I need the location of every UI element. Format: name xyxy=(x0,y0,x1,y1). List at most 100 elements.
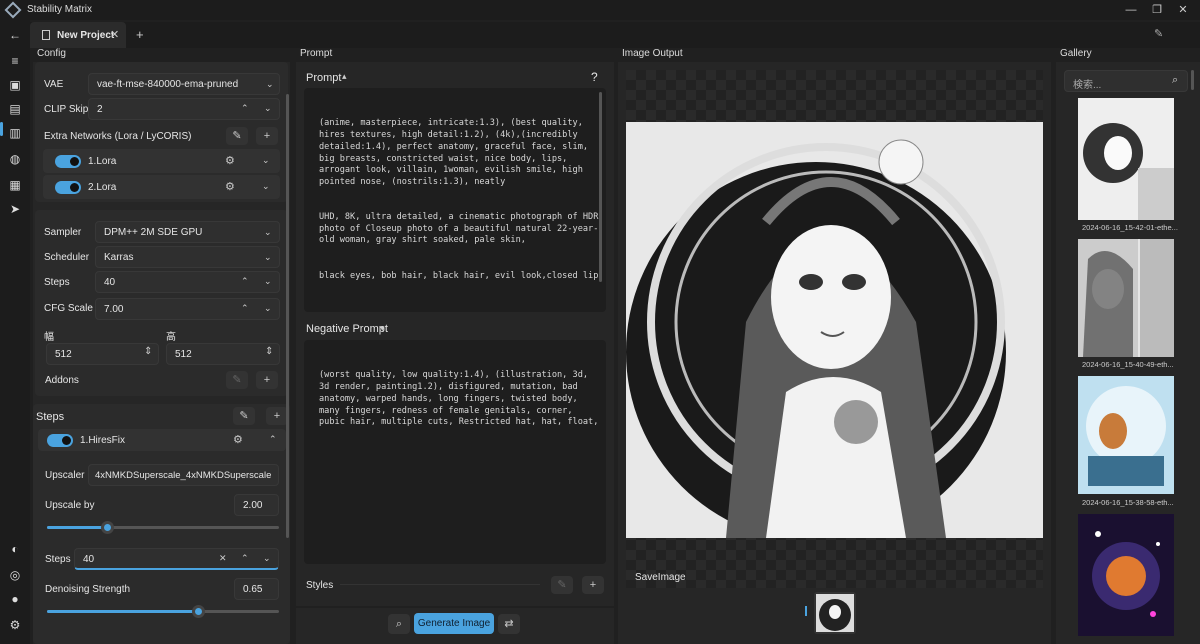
save-image-label: SaveImage xyxy=(635,572,686,583)
upscaler-select[interactable]: 4xNMKDSuperscale_4xNMKDSuperscale xyxy=(88,464,279,486)
search-icon[interactable]: ⌕ xyxy=(1172,74,1178,87)
close-window-icon[interactable]: ✕ xyxy=(1176,3,1190,17)
chevron-down-icon[interactable]: ⌄ xyxy=(264,276,272,287)
sampler-select[interactable]: DPM++ 2M SDE GPU xyxy=(95,221,280,243)
gallery-search-input[interactable]: 検索... xyxy=(1064,70,1188,92)
edit-icon[interactable]: ✎ xyxy=(233,407,255,425)
tab-new-project[interactable]: New Project ✕ xyxy=(30,22,126,48)
upscale-by-slider[interactable] xyxy=(47,521,279,534)
models-icon[interactable]: ◍ xyxy=(8,152,22,166)
checkpoints-icon[interactable]: ▥ xyxy=(8,126,22,140)
back-icon[interactable]: ← xyxy=(8,28,22,42)
caret-icon[interactable]: ▴ xyxy=(342,71,347,82)
prompt-label: Prompt xyxy=(306,72,342,84)
add-style-icon[interactable]: + xyxy=(582,576,604,594)
gallery-thumbnail[interactable] xyxy=(1078,98,1174,220)
config-panel-title: Config xyxy=(37,48,66,59)
spinner-icon[interactable]: ⇕ xyxy=(144,346,152,357)
config-scrollbar[interactable] xyxy=(286,94,289,538)
generate-image-button[interactable]: Generate Image xyxy=(414,613,494,634)
gear-icon[interactable]: ⚙ xyxy=(233,433,243,446)
pin-icon[interactable]: ✎ xyxy=(1154,27,1163,40)
upscale-by-input[interactable]: 2.00 xyxy=(234,494,279,516)
maximize-icon[interactable]: ❐ xyxy=(1150,3,1164,17)
prompt-editor[interactable]: (anime, masterpiece, intricate:1.3), (be… xyxy=(304,88,606,312)
chevron-up-icon[interactable]: ⌃ xyxy=(241,276,249,287)
gallery-thumbnail[interactable] xyxy=(1078,239,1174,357)
clip-skip-input[interactable]: 2 xyxy=(88,98,280,120)
chevron-down-icon[interactable]: ⌄ xyxy=(264,103,272,114)
chevron-up-icon[interactable]: ⌃ xyxy=(241,303,249,314)
negative-prompt-editor[interactable]: (worst quality, low quality:1.4), (illus… xyxy=(304,340,606,564)
menu-icon[interactable]: ≡ xyxy=(8,54,22,68)
hiresfix-toggle[interactable] xyxy=(47,434,73,447)
generate-bar: ⌕ Generate Image ⇄ xyxy=(296,608,614,644)
edit-icon[interactable]: ✎ xyxy=(226,371,248,389)
spinner-icon[interactable]: ⇕ xyxy=(265,346,273,357)
close-tab-icon[interactable]: ✕ xyxy=(110,28,119,41)
discord-icon[interactable]: ◎ xyxy=(8,568,22,582)
add-step-icon[interactable]: + xyxy=(266,407,288,425)
clip-skip-label: CLIP Skip xyxy=(44,104,89,115)
steps-section-label: Steps xyxy=(36,411,65,423)
search-icon[interactable]: ⌕ xyxy=(388,614,410,634)
gallery-caption: 2024-06-16_15-42-01-ethe... xyxy=(1082,223,1178,232)
chevron-up-icon[interactable]: ⌃ xyxy=(269,434,277,445)
prompt-line: UHD, 8K, ultra detailed, a cinematic pho… xyxy=(319,212,599,246)
caret-icon[interactable]: ▾ xyxy=(380,323,385,334)
scheduler-label: Scheduler xyxy=(44,252,90,263)
denoise-slider[interactable] xyxy=(47,605,279,618)
chevron-down-icon: ⌄ xyxy=(266,79,274,89)
gallery-thumbnail[interactable] xyxy=(1078,514,1174,636)
download-icon[interactable]: ● xyxy=(8,592,22,606)
inference-icon[interactable]: ▤ xyxy=(8,102,22,116)
workflows-icon[interactable]: ▦ xyxy=(8,178,22,192)
image-output-panel-title: Image Output xyxy=(622,48,683,59)
height-input[interactable]: 512 xyxy=(166,343,280,365)
chevron-down-icon[interactable]: ⌄ xyxy=(262,181,270,192)
slider-knob[interactable] xyxy=(191,605,205,618)
output-canvas[interactable]: SaveImage xyxy=(626,70,1043,588)
help-icon[interactable]: ? xyxy=(591,70,598,84)
gear-icon[interactable]: ⚙ xyxy=(225,180,235,193)
denoise-input[interactable]: 0.65 xyxy=(234,578,279,600)
minimize-icon[interactable]: — xyxy=(1124,3,1138,17)
clear-icon[interactable]: ✕ xyxy=(219,553,227,564)
send-icon[interactable]: ➤ xyxy=(8,202,22,216)
chevron-up-icon[interactable]: ⌃ xyxy=(241,103,249,114)
prompt-scrollbar[interactable] xyxy=(599,92,602,282)
lora-toggle[interactable] xyxy=(55,181,81,194)
prompt-text[interactable]: (anime, masterpiece, intricate:1.3), (be… xyxy=(319,95,599,306)
add-network-icon[interactable]: + xyxy=(256,127,278,145)
chevron-up-icon[interactable]: ⌃ xyxy=(241,553,249,564)
cfg-scale-input[interactable]: 7.00 xyxy=(95,298,280,320)
edit-icon[interactable]: ✎ xyxy=(226,127,248,145)
gallery-caption: 2024-06-16_15-38-58-eth... xyxy=(1082,498,1174,507)
scheduler-select[interactable]: Karras xyxy=(95,246,280,268)
gallery-image xyxy=(1078,376,1174,494)
lora-toggle[interactable] xyxy=(55,155,81,168)
chevron-down-icon[interactable]: ⌄ xyxy=(263,553,271,564)
chevron-down-icon[interactable]: ⌄ xyxy=(264,303,272,314)
cfg-scale-label: CFG Scale xyxy=(44,303,93,314)
add-tab-icon[interactable]: + xyxy=(136,27,144,42)
edit-icon[interactable]: ✎ xyxy=(551,576,573,594)
patreon-icon[interactable]: ◐ xyxy=(8,542,22,556)
upscale-by-label: Upscale by xyxy=(45,500,95,511)
steps-input[interactable]: 40 xyxy=(95,271,280,293)
repeat-icon[interactable]: ⇄ xyxy=(498,614,520,634)
settings-icon[interactable]: ⚙ xyxy=(8,618,22,632)
hires-steps-label: Steps xyxy=(45,554,71,565)
addons-label: Addons xyxy=(45,375,79,386)
gallery-image xyxy=(1078,98,1174,220)
gallery-thumbnail[interactable] xyxy=(1078,376,1174,494)
package-icon[interactable]: ▣ xyxy=(8,78,22,92)
negative-prompt-text[interactable]: (worst quality, low quality:1.4), (illus… xyxy=(319,347,599,452)
gear-icon[interactable]: ⚙ xyxy=(225,154,235,167)
add-addon-icon[interactable]: + xyxy=(256,371,278,389)
output-thumbnail[interactable] xyxy=(814,592,856,634)
chevron-down-icon[interactable]: ⌄ xyxy=(262,155,270,166)
width-input[interactable]: 512 xyxy=(46,343,159,365)
vae-select[interactable]: vae-ft-mse-840000-ema-pruned xyxy=(88,73,280,95)
gallery-scrollbar[interactable] xyxy=(1191,70,1194,90)
